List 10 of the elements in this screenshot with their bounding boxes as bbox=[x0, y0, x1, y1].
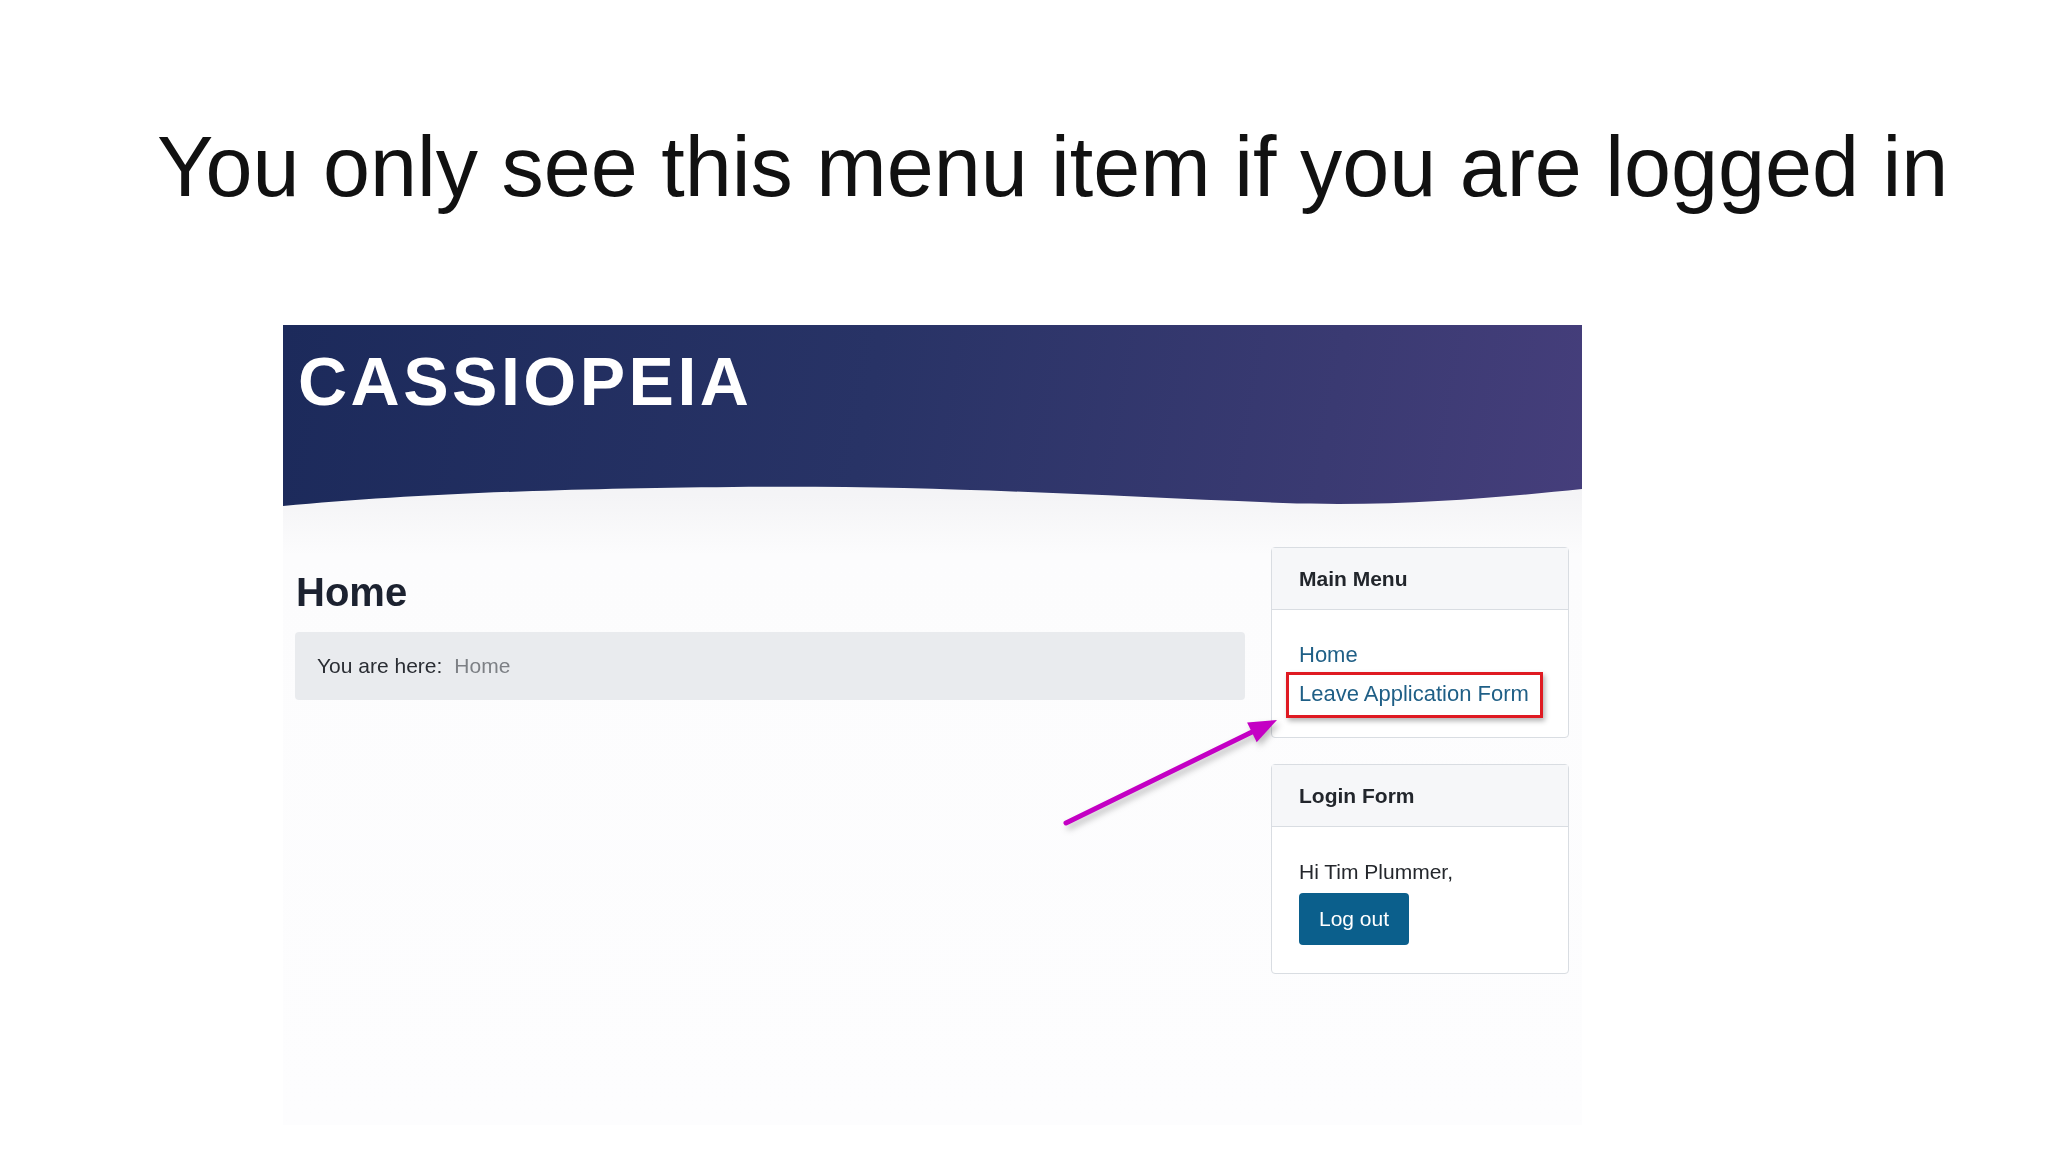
card-title: Login Form bbox=[1299, 783, 1415, 808]
card-title: Main Menu bbox=[1299, 566, 1408, 591]
breadcrumb-label: You are here: bbox=[317, 654, 443, 678]
site-logo[interactable]: CASSIOPEIA bbox=[298, 347, 753, 415]
menu-link[interactable]: Home bbox=[1299, 642, 1358, 667]
page-heading: Home bbox=[296, 572, 408, 612]
menu-link[interactable]: Leave Application Form bbox=[1299, 681, 1529, 706]
greeting-text: Hi Tim Plummer, bbox=[1299, 859, 1453, 885]
logout-button[interactable]: Log out bbox=[1299, 893, 1410, 945]
slide-title: You only see this menu item if you are logged in bbox=[157, 119, 1949, 216]
